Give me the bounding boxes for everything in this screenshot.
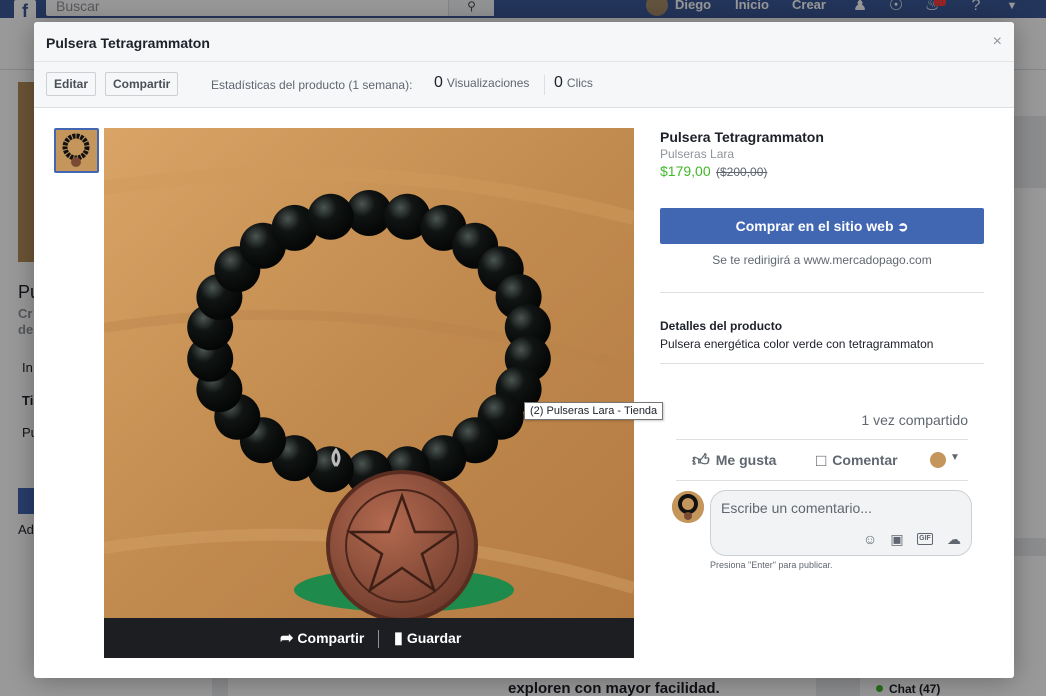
clicks-count: 0 — [554, 74, 563, 91]
gif-icon[interactable]: GIF — [917, 533, 933, 545]
stats-label: Estadísticas del producto (1 semana): — [211, 78, 413, 92]
photo-save-label: Guardar — [406, 630, 462, 646]
buy-label: Comprar en el sitio web — [735, 218, 894, 234]
photo-bar-divider — [378, 630, 379, 648]
clicks-stat: 0 Clics — [554, 74, 593, 92]
camera-icon[interactable]: ▣ — [888, 531, 906, 547]
bookmark-icon: ▮ — [394, 630, 403, 647]
reaction-bar: 👍︎ Me gusta □ Comentar ▼ — [676, 439, 968, 481]
comment-input[interactable] — [721, 499, 951, 517]
enter-to-post-hint: Presiona "Enter" para publicar. — [710, 560, 833, 570]
sticker-icon[interactable]: ☁ — [945, 531, 963, 547]
external-link-icon: ➲ — [897, 219, 909, 234]
divider — [660, 363, 984, 364]
modal-title: Pulsera Tetragrammaton — [46, 35, 210, 51]
comment-label: Comentar — [832, 452, 898, 468]
caret-down-icon[interactable]: ▼ — [950, 452, 960, 463]
like-label: Me gusta — [715, 452, 777, 468]
product-thumbnail[interactable] — [54, 128, 99, 173]
bracelet-photo-image — [104, 128, 634, 618]
share-arrow-icon: ➦ — [280, 630, 294, 647]
photo-share-button[interactable]: ➦ Compartir — [280, 618, 364, 658]
product-name: Pulsera Tetragrammaton — [660, 129, 824, 145]
views-stat: 0 Visualizaciones — [434, 74, 529, 92]
share-button[interactable]: Compartir — [105, 72, 179, 96]
comment-composer[interactable]: ☺ ▣ GIF ☁ — [710, 490, 972, 556]
photo-share-label: Compartir — [297, 630, 365, 646]
edit-button[interactable]: Editar — [46, 72, 97, 96]
stats-divider — [544, 75, 545, 95]
comment-bubble-icon: □ — [816, 451, 827, 470]
divider — [660, 292, 984, 293]
share-count[interactable]: 1 vez compartido — [794, 412, 968, 428]
comment-button[interactable]: □ Comentar — [816, 440, 898, 480]
page-tooltip: (2) Pulseras Lara - Tienda — [524, 402, 664, 420]
bracelet-bead — [307, 193, 354, 240]
like-button[interactable]: 👍︎ Me gusta — [692, 440, 776, 480]
bracelet-avatar-image — [672, 491, 704, 523]
views-label: Visualizaciones — [446, 76, 530, 90]
bracelet-thumbnail-image — [56, 130, 97, 171]
thumbs-up-icon: 👍︎ — [692, 451, 710, 470]
close-icon[interactable]: × — [993, 34, 1002, 50]
photo-action-bar: ➦ Compartir ▮ Guardar — [104, 618, 634, 658]
product-price: $179,00 — [660, 163, 711, 179]
product-modal: Pulsera Tetragrammaton × Editar Comparti… — [34, 22, 1014, 678]
clicks-label: Clics — [566, 76, 593, 90]
shop-name[interactable]: Pulseras Lara — [660, 147, 734, 161]
views-count: 0 — [434, 74, 443, 91]
buy-on-website-button[interactable]: Comprar en el sitio web ➲ — [660, 208, 984, 244]
details-title: Detalles del producto — [660, 319, 783, 333]
redirect-notice: Se te redirigirá a www.mercadopago.com — [712, 253, 932, 267]
commenter-avatar — [672, 491, 704, 523]
modal-header: Pulsera Tetragrammaton × — [34, 22, 1014, 62]
details-text: Pulsera energética color verde con tetra… — [660, 337, 934, 351]
product-toolbar: Editar Compartir Estadísticas del produc… — [34, 62, 1014, 108]
photo-save-button[interactable]: ▮ Guardar — [394, 618, 461, 658]
product-old-price: ($200,00) — [716, 165, 768, 179]
product-photo[interactable] — [104, 128, 634, 618]
page-avatar-icon[interactable] — [930, 452, 946, 468]
emoji-icon[interactable]: ☺ — [861, 531, 879, 547]
